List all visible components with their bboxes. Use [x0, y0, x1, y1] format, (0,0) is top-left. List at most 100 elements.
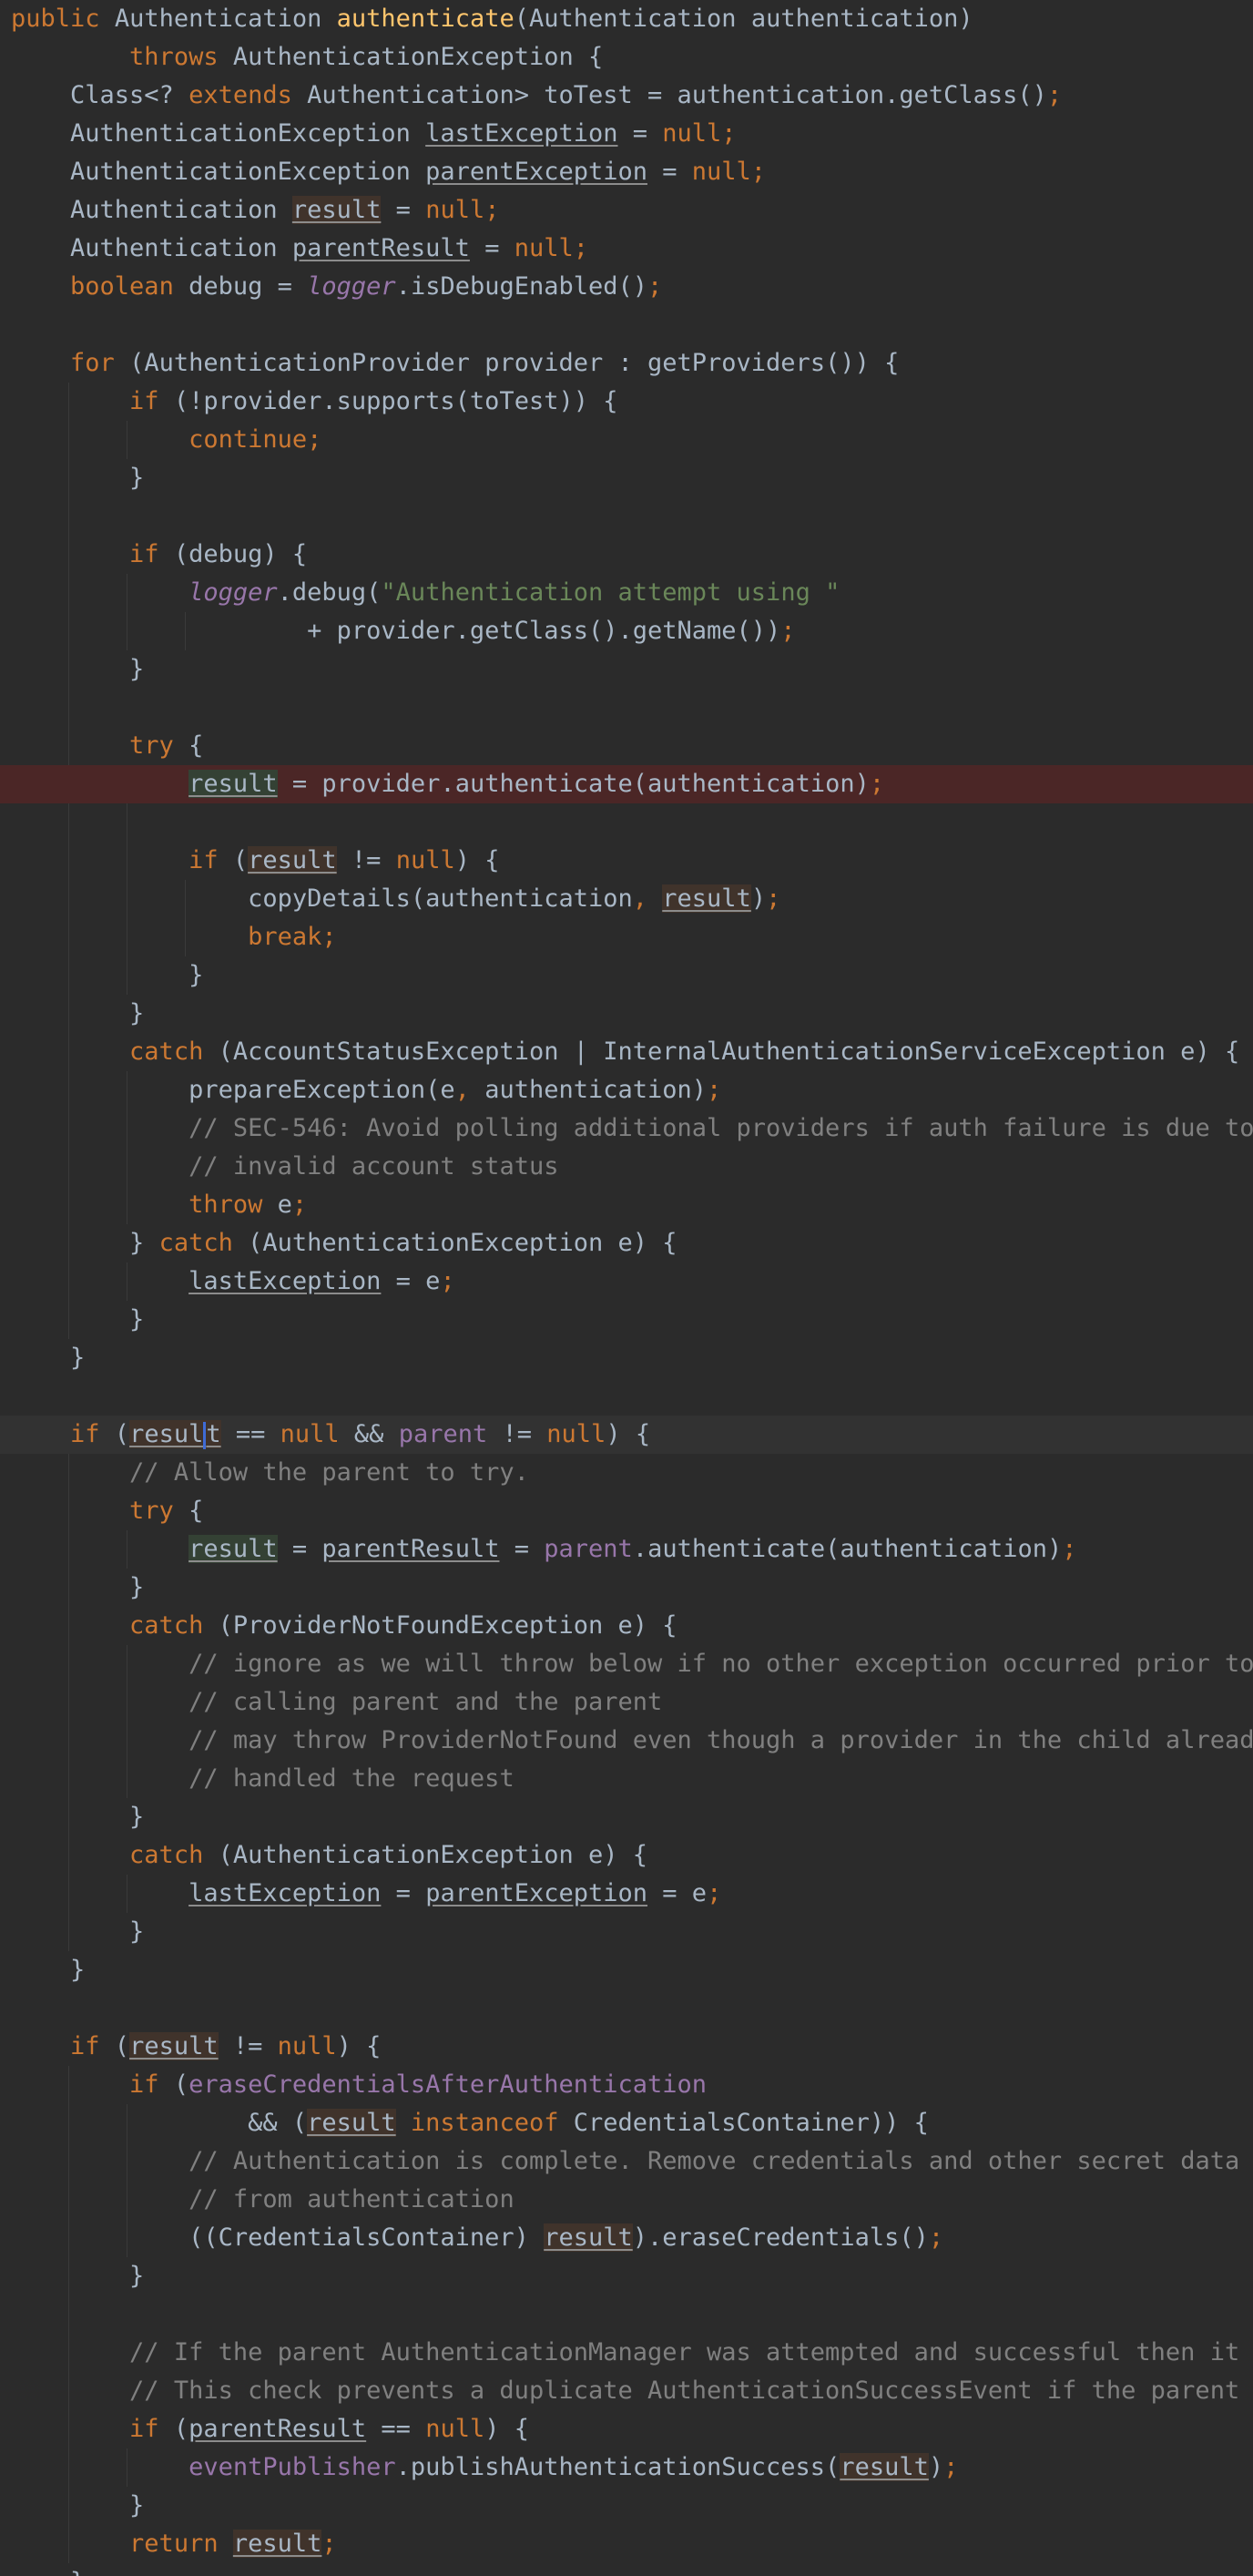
code-line: catch (ProviderNotFoundException e) { [0, 1607, 1253, 1645]
line-code: } [11, 1344, 86, 1372]
code-line [0, 2295, 1253, 2334]
line-code: lastException = e; [188, 1267, 455, 1295]
code-line: throw e; [0, 1186, 1253, 1224]
code-line [0, 497, 1253, 536]
line-code: } [11, 1917, 145, 1946]
line-code: throw e; [188, 1191, 308, 1219]
code-token: authenticate [336, 5, 514, 33]
code-line: + provider.getClass().getName()); [0, 612, 1253, 650]
code-line: continue; [0, 421, 1253, 459]
line-code: try { [129, 1497, 204, 1525]
code-line: lastException = e; [0, 1262, 1253, 1301]
code-line: // may throw ProviderNotFound even thoug… [0, 1722, 1253, 1760]
line-code: // Authentication is complete. Remove cr… [188, 2147, 1240, 2175]
code-line: } [0, 1339, 1253, 1377]
code-line: AuthenticationException parentException … [0, 153, 1253, 191]
code-line: if (eraseCredentialsAfterAuthentication [0, 2066, 1253, 2104]
line-code: result = parentResult = parent.authentic… [188, 1535, 1077, 1563]
line-code: if (!provider.supports(toTest)) { [129, 387, 618, 415]
code-line: // SEC-546: Avoid polling additional pro… [0, 1109, 1253, 1148]
code-line: logger.debug("Authentication attempt usi… [0, 574, 1253, 612]
code-line [0, 803, 1253, 842]
code-line: if (result != null) { [0, 2028, 1253, 2066]
code-line: } [0, 1951, 1253, 1989]
line-code: } [11, 2491, 145, 2520]
line-code: throws AuthenticationException { [11, 38, 603, 77]
line-code: // Allow the parent to try. [129, 1458, 529, 1487]
line-code: if (result != null) { [70, 2032, 382, 2060]
line-code: } catch (AuthenticationException e) { [11, 1229, 677, 1257]
error-highlighted-line: result = provider.authenticate(authentic… [0, 765, 1253, 803]
current-line[interactable]: if (resul t == null && parent != null) { [0, 1416, 1253, 1454]
line-code: prepareException(e, authentication); [11, 1076, 722, 1104]
code-line: // This check prevents a duplicate Authe… [0, 2372, 1253, 2410]
code-line: } [0, 2257, 1253, 2295]
code-line: prepareException(e, authentication); [0, 1071, 1253, 1109]
code-line: for (AuthenticationProvider provider : g… [0, 344, 1253, 383]
line-code: // ignore as we will throw below if no o… [188, 1650, 1253, 1678]
code-line: AuthenticationException lastException = … [0, 115, 1253, 153]
code-line: if (parentResult == null) { [0, 2410, 1253, 2448]
code-token: (Authentication authentication) [514, 5, 973, 33]
code-line: } [0, 956, 1253, 995]
code-line: // invalid account status [0, 1148, 1253, 1186]
code-line: try { [0, 727, 1253, 765]
code-line: if (debug) { [0, 536, 1253, 574]
line-code: && (result instanceof CredentialsContain… [11, 2109, 929, 2137]
line-code: logger.debug("Authentication attempt usi… [188, 578, 840, 607]
code-line: } [0, 1569, 1253, 1607]
code-editor[interactable]: public Authentication authenticate(Authe… [0, 0, 1253, 2576]
line-code: // invalid account status [188, 1152, 559, 1181]
code-line: Authentication parentResult = null; [0, 230, 1253, 268]
code-line: catch (AuthenticationException e) { [0, 1836, 1253, 1875]
line-code: public Authentication authenticate(Authe… [11, 0, 973, 38]
line-code: ((CredentialsContainer) result).eraseCre… [11, 2223, 944, 2252]
line-code: + provider.getClass().getName()); [11, 617, 796, 645]
line-code: Authentication parentResult = null; [11, 234, 588, 262]
code-line: copyDetails(authentication, result); [0, 880, 1253, 918]
code-line: // handled the request [0, 1760, 1253, 1798]
line-code: continue; [188, 425, 322, 454]
line-code: if (result != null) { [188, 846, 500, 874]
line-code: eventPublisher.publishAuthenticationSucc… [188, 2453, 959, 2481]
line-code: // If the parent AuthenticationManager w… [129, 2338, 1253, 2366]
code-line: } [0, 995, 1253, 1033]
code-line: break; [0, 918, 1253, 956]
line-code: } [11, 2563, 85, 2576]
code-line: } [0, 2563, 1253, 2576]
code-line: boolean debug = logger.isDebugEnabled(); [0, 268, 1253, 306]
line-code: try { [129, 731, 204, 760]
code-line: && (result instanceof CredentialsContain… [0, 2104, 1253, 2142]
line-code: lastException = parentException = e; [188, 1879, 722, 1907]
line-code: } [11, 1956, 86, 1984]
line-code: Class<? extends Authentication> toTest =… [11, 81, 1063, 109]
line-code: AuthenticationException lastException = … [11, 119, 737, 148]
line-code: if (resul t == null && parent != null) { [70, 1420, 651, 1449]
line-code: if (eraseCredentialsAfterAuthentication [129, 2070, 708, 2099]
line-code: boolean debug = logger.isDebugEnabled(); [70, 272, 663, 301]
code-line: try { [0, 1492, 1253, 1530]
line-code: catch (AuthenticationException e) { [129, 1841, 647, 1869]
code-line: } [0, 650, 1253, 689]
line-code: Authentication result = null; [11, 196, 500, 224]
line-code: // may throw ProviderNotFound even thoug… [188, 1726, 1253, 1754]
line-code: return result; [129, 2530, 337, 2558]
code-line: // Authentication is complete. Remove cr… [0, 2142, 1253, 2181]
code-token: AuthenticationException { [232, 43, 604, 71]
code-line: if (!provider.supports(toTest)) { [0, 383, 1253, 421]
line-code: AuthenticationException parentException … [11, 158, 767, 186]
code-line: catch (AccountStatusException | Internal… [0, 1033, 1253, 1071]
line-code: for (AuthenticationProvider provider : g… [70, 349, 900, 377]
line-code: break; [248, 923, 337, 951]
text-caret [203, 1421, 207, 1449]
line-code: // calling parent and the parent [188, 1688, 663, 1716]
code-line: Authentication result = null; [0, 191, 1253, 230]
line-code: // SEC-546: Avoid polling additional pro… [188, 1114, 1253, 1142]
code-line: // calling parent and the parent [0, 1683, 1253, 1722]
code-line: // ignore as we will throw below if no o… [0, 1645, 1253, 1683]
code-line: // from authentication [0, 2181, 1253, 2219]
line-code: copyDetails(authentication, result); [11, 884, 781, 913]
code-line [0, 689, 1253, 727]
code-line: // If the parent AuthenticationManager w… [0, 2334, 1253, 2372]
code-line: Class<? extends Authentication> toTest =… [0, 77, 1253, 115]
